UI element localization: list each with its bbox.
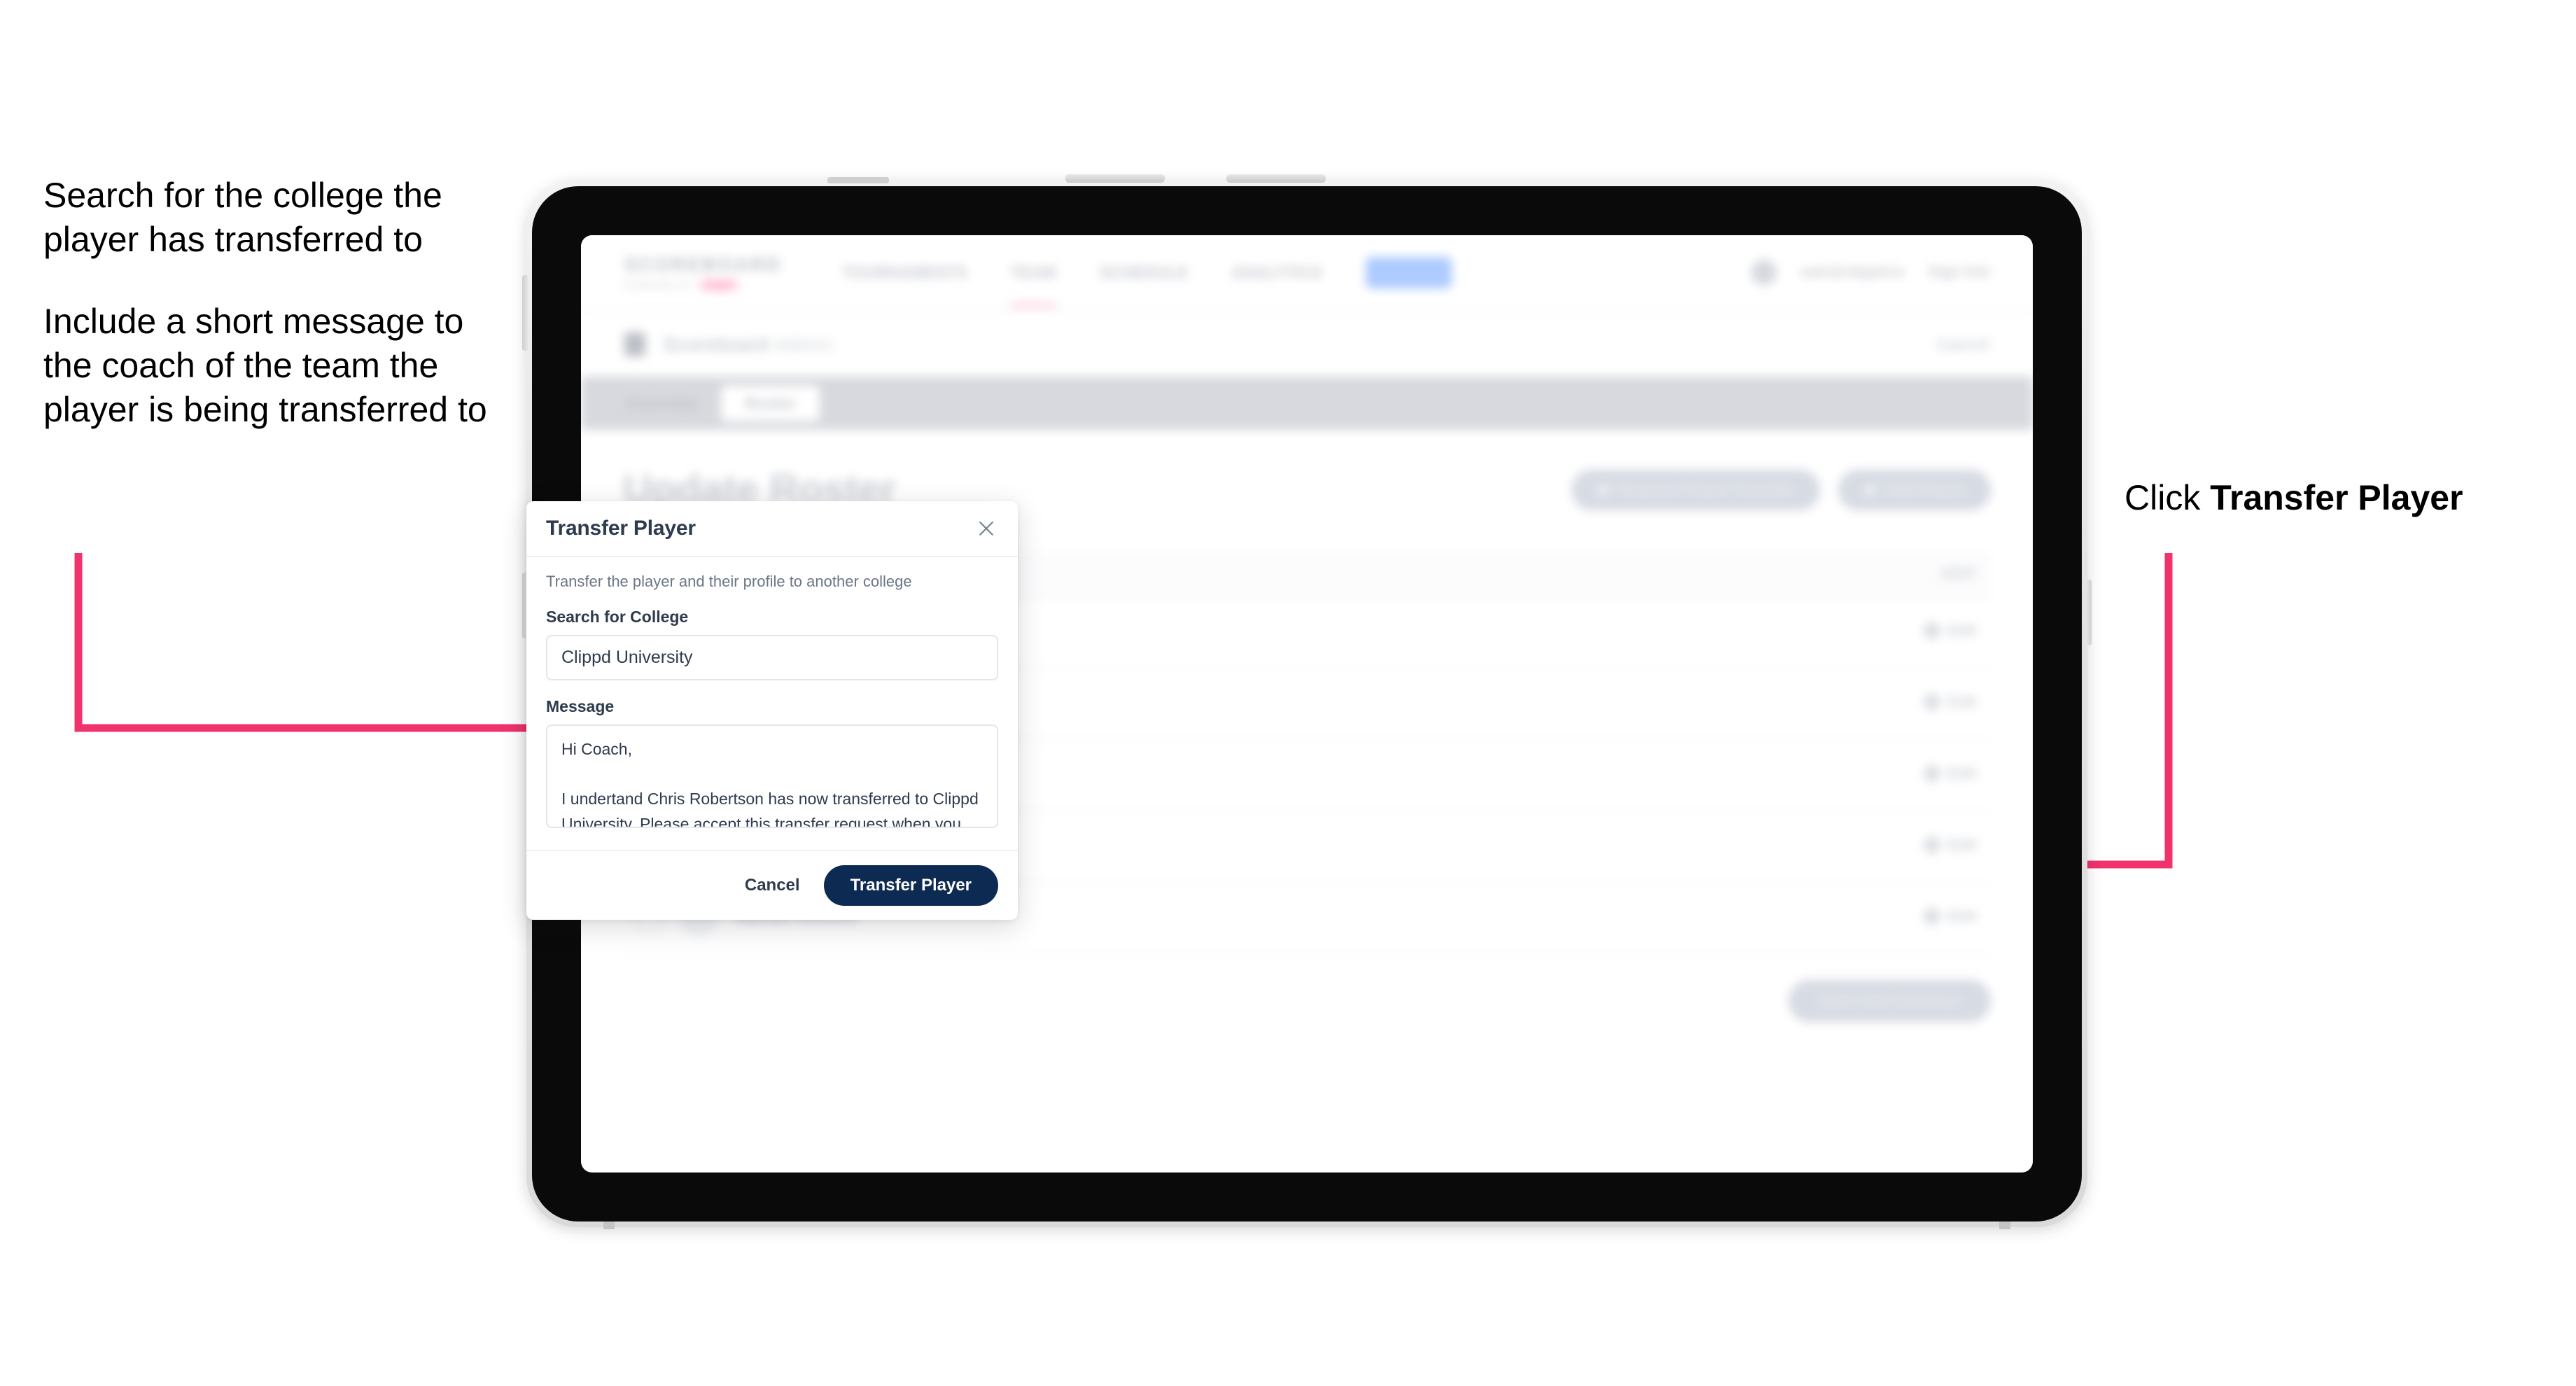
tablet-top-button-2[interactable] (1226, 174, 1326, 183)
transfer-player-submit-button[interactable]: Transfer Player (823, 865, 998, 906)
annotation-right: Click Transfer Player (2124, 476, 2463, 520)
close-icon[interactable] (974, 517, 998, 540)
annotation-right-prefix: Click (2124, 478, 2211, 517)
transfer-player-dialog: Transfer Player Transfer the player and … (526, 501, 1018, 920)
message-textarea[interactable]: Hi Coach, I undertand Chris Robertson ha… (546, 724, 998, 828)
tablet-foot-right (1999, 1221, 2010, 1229)
annotation-left-line-2: Include a short message to the coach of … (43, 302, 487, 429)
tablet-right-button[interactable] (2085, 580, 2092, 645)
annotation-right-bold: Transfer Player (2210, 478, 2463, 517)
cancel-button[interactable]: Cancel (741, 869, 804, 902)
search-college-label: Search for College (546, 608, 689, 626)
annotation-left-line-1: Search for the college the player has tr… (43, 176, 442, 259)
message-label: Message (546, 697, 615, 715)
tablet-top-slot (827, 177, 889, 183)
tablet-top-button-1[interactable] (1065, 174, 1165, 183)
dialog-description: Transfer the player and their profile to… (546, 573, 912, 590)
dialog-title: Transfer Player (546, 517, 696, 540)
dialog-header: Transfer Player (526, 501, 1018, 557)
tablet-left-button-1[interactable] (522, 275, 528, 351)
tablet-foot-left (603, 1221, 615, 1229)
search-college-input[interactable] (546, 635, 998, 680)
field-spacer (546, 680, 998, 697)
dialog-body: Transfer the player and their profile to… (526, 557, 1018, 850)
annotation-left: Search for the college the player has tr… (43, 174, 491, 432)
dialog-footer: Cancel Transfer Player (526, 850, 1018, 920)
